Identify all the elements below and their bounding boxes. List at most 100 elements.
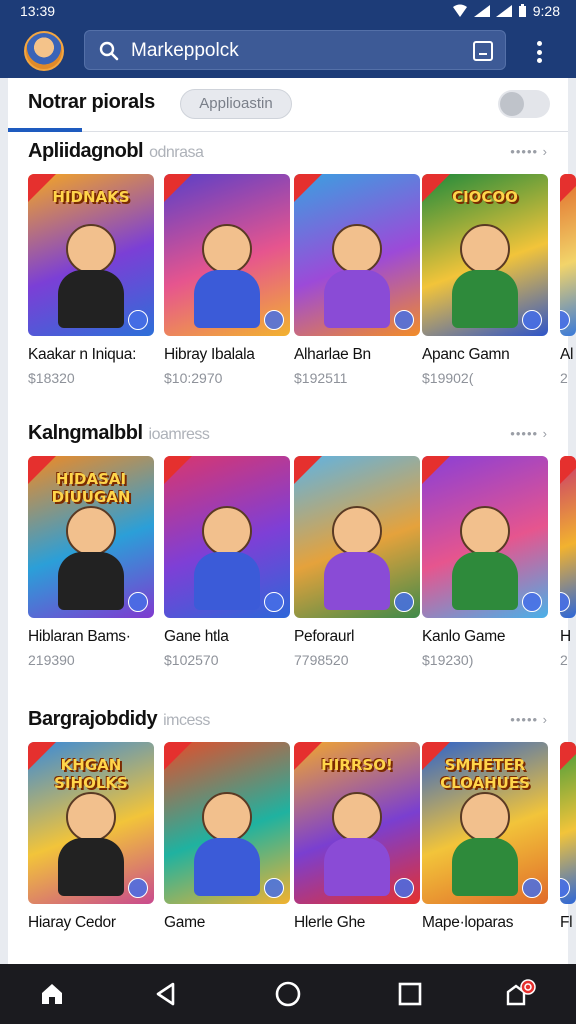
app-name: Kaakar n Iniqua:	[28, 346, 137, 363]
app-card[interactable]: Hibray Ibalala $10:2970	[164, 174, 290, 386]
app-price: 219390	[28, 652, 75, 668]
install-badge-icon[interactable]	[264, 878, 284, 898]
install-badge-icon[interactable]	[128, 310, 148, 330]
character-body	[324, 838, 390, 896]
app-card[interactable]: HIDNAKS Kaakar n Iniqua: $18320	[28, 174, 154, 386]
character-body	[194, 270, 260, 328]
app-card[interactable]: CIOCOO Apanc Gamn $19902(	[422, 174, 548, 386]
thumbnail-title-art: HIDNAKS	[52, 188, 130, 206]
character-body	[324, 270, 390, 328]
toggle-switch[interactable]	[498, 90, 550, 118]
app-thumbnail[interactable]	[294, 174, 420, 336]
see-more-link[interactable]: ••••• ›	[510, 712, 548, 727]
app-name: Apanc Gamn	[422, 346, 510, 363]
back-icon[interactable]	[150, 978, 182, 1010]
app-thumbnail[interactable]	[560, 174, 576, 336]
app-thumbnail[interactable]	[422, 456, 548, 618]
search-icon	[99, 41, 119, 61]
app-card[interactable]: Game	[164, 742, 290, 938]
see-more-link[interactable]: ••••• ›	[510, 426, 548, 441]
app-card[interactable]: KHGAN SIHOLKS Hiaray Cedor	[28, 742, 154, 938]
app-price: $102570	[164, 652, 219, 668]
tab-active[interactable]: Notrar piorals	[28, 91, 155, 114]
app-card[interactable]: Al 2	[560, 174, 576, 386]
app-name: Hiblaran Bams·	[28, 628, 131, 645]
sale-ribbon	[560, 174, 576, 202]
filter-chip[interactable]: Applioastin	[180, 89, 292, 119]
app-thumbnail[interactable]	[560, 456, 576, 618]
app-thumbnail[interactable]: CIOCOO	[422, 174, 548, 336]
app-name: Fl	[560, 914, 573, 931]
app-card[interactable]: Alharlae Bn $192511	[294, 174, 420, 386]
app-thumbnail[interactable]	[164, 456, 290, 618]
app-name: Al	[560, 346, 574, 363]
app-card[interactable]: Peforaurl 7798520	[294, 456, 420, 668]
status-time: 13:39	[20, 3, 56, 19]
app-name: H	[560, 628, 571, 645]
avatar[interactable]	[24, 31, 64, 71]
app-thumbnail[interactable]	[164, 742, 290, 904]
app-price: $10:2970	[164, 370, 223, 386]
install-badge-icon[interactable]	[522, 310, 542, 330]
app-card[interactable]: H2	[560, 456, 576, 668]
character-body	[194, 838, 260, 896]
notifications-icon[interactable]	[504, 978, 536, 1010]
app-name: Mape·loparas	[422, 914, 514, 931]
character-figure	[332, 792, 382, 842]
app-thumbnail[interactable]: HIDNAKS	[28, 174, 154, 336]
section-subtitle: imcess	[163, 712, 210, 729]
install-badge-icon[interactable]	[264, 310, 284, 330]
app-thumbnail[interactable]	[560, 742, 576, 904]
app-card[interactable]: HIRRSO! Hlerle Ghe	[294, 742, 420, 938]
sale-ribbon	[294, 456, 322, 484]
install-badge-icon[interactable]	[394, 592, 414, 612]
app-name: Alharlae Bn	[294, 346, 371, 363]
section-title: Apliidagnobl odnrasa	[28, 140, 204, 162]
search-box[interactable]	[84, 30, 506, 70]
app-card[interactable]: Kanlo Game $19230)	[422, 456, 548, 668]
see-more-link[interactable]: ••••• ›	[510, 144, 548, 159]
character-figure	[66, 792, 116, 842]
app-thumbnail[interactable]: HIRRSO!	[294, 742, 420, 904]
home-icon[interactable]	[36, 978, 68, 1010]
app-price: $192511	[294, 370, 348, 386]
search-input[interactable]	[131, 38, 431, 64]
character-body	[58, 270, 124, 328]
more-options-icon[interactable]	[530, 38, 548, 66]
scan-icon[interactable]	[473, 41, 493, 61]
sale-ribbon	[560, 742, 576, 770]
app-name: Hlerle Ghe	[294, 914, 366, 931]
app-thumbnail[interactable]	[294, 456, 420, 618]
app-thumbnail[interactable]: SMHETER CLOAHUES	[422, 742, 548, 904]
recents-icon[interactable]	[394, 978, 426, 1010]
app-name: Hiaray Cedor	[28, 914, 116, 931]
character-figure	[460, 792, 510, 842]
app-card[interactable]: Gane htla $102570	[164, 456, 290, 668]
character-figure	[332, 506, 382, 556]
home-circle-icon[interactable]	[272, 978, 304, 1010]
character-body	[452, 270, 518, 328]
app-thumbnail[interactable]	[164, 174, 290, 336]
install-badge-icon[interactable]	[394, 878, 414, 898]
character-figure	[332, 224, 382, 274]
app-card[interactable]: HIDASAI DIUUGAN Hiblaran Bams· 219390	[28, 456, 154, 668]
install-badge-icon[interactable]	[522, 878, 542, 898]
install-badge-icon[interactable]	[128, 592, 148, 612]
install-badge-icon[interactable]	[522, 592, 542, 612]
install-badge-icon[interactable]	[264, 592, 284, 612]
character-figure	[202, 792, 252, 842]
install-badge-icon[interactable]	[128, 878, 148, 898]
left-edge	[0, 78, 8, 968]
tabs-row: Notrar piorals Applioastin	[8, 78, 568, 132]
app-thumbnail[interactable]: KHGAN SIHOLKS	[28, 742, 154, 904]
app-card[interactable]: SMHETER CLOAHUES Mape·loparas	[422, 742, 548, 938]
cell-icon	[495, 5, 512, 17]
app-thumbnail[interactable]: HIDASAI DIUUGAN	[28, 456, 154, 618]
section-title: Bargrajobdidy imcess	[28, 708, 210, 730]
install-badge-icon[interactable]	[560, 592, 570, 612]
app-card[interactable]: Fl	[560, 742, 576, 938]
install-badge-icon[interactable]	[560, 878, 570, 898]
install-badge-icon[interactable]	[394, 310, 414, 330]
app-price: $18320	[28, 370, 75, 386]
install-badge-icon[interactable]	[560, 310, 570, 330]
